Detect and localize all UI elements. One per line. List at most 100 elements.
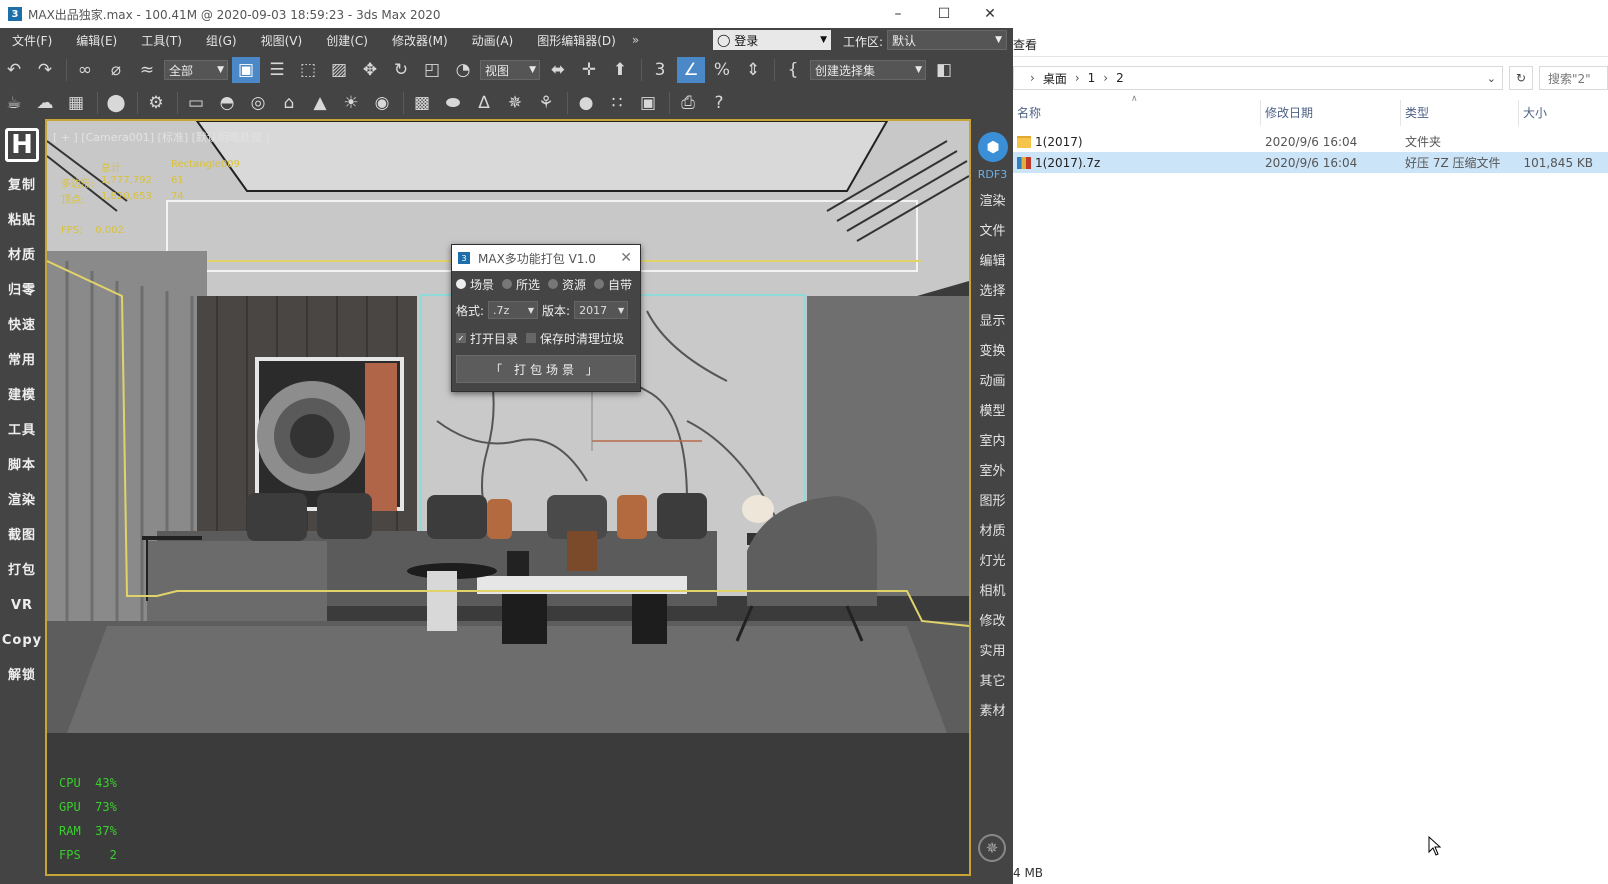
rrail-model[interactable]: 模型 bbox=[972, 397, 1013, 427]
rrail-shape[interactable]: 图形 bbox=[972, 487, 1013, 517]
rail-common[interactable]: 常用 bbox=[0, 343, 44, 378]
unlink-icon[interactable]: ⌀ bbox=[102, 57, 130, 83]
mirror-icon[interactable]: ◧ bbox=[930, 57, 958, 83]
rail-material[interactable]: 材质 bbox=[0, 238, 44, 273]
menu-tools[interactable]: 工具(T) bbox=[129, 32, 194, 49]
settings-gear-icon[interactable]: ✵ bbox=[978, 834, 1006, 862]
rail-tools[interactable]: 工具 bbox=[0, 413, 44, 448]
plant-icon[interactable]: ⚘ bbox=[532, 90, 560, 116]
login-dropdown[interactable]: ◯ 登录 ▼ bbox=[713, 30, 831, 50]
rail-reset[interactable]: 归零 bbox=[0, 273, 44, 308]
placement-icon[interactable]: ◔ bbox=[449, 57, 477, 83]
camera-viewport[interactable]: [ + ] [Camera001] [标准] [默认明暗处理 ] 总计 Rect… bbox=[45, 119, 971, 876]
molecule-icon[interactable]: ⬬ bbox=[439, 90, 467, 116]
rail-copy[interactable]: 复制 bbox=[0, 168, 44, 203]
rrail-render[interactable]: 渲染 bbox=[972, 187, 1013, 217]
keyboard-shortcut-icon[interactable]: ⬆ bbox=[606, 57, 634, 83]
material-browser-icon[interactable]: ∷ bbox=[603, 90, 631, 116]
rail-quick[interactable]: 快速 bbox=[0, 308, 44, 343]
menu-edit[interactable]: 编辑(E) bbox=[64, 32, 129, 49]
rail-unlock[interactable]: 解锁 bbox=[0, 658, 44, 693]
menu-file[interactable]: 文件(F) bbox=[0, 32, 64, 49]
window-crossing-icon[interactable]: ▨ bbox=[325, 57, 353, 83]
rotate-icon[interactable]: ↻ bbox=[387, 57, 415, 83]
menu-create[interactable]: 创建(C) bbox=[314, 32, 380, 49]
scale-icon[interactable]: ◰ bbox=[418, 57, 446, 83]
rrail-modify[interactable]: 修改 bbox=[972, 607, 1013, 637]
rrail-file[interactable]: 文件 bbox=[972, 217, 1013, 247]
undo-icon[interactable]: ↶ bbox=[0, 57, 28, 83]
radio-assets[interactable]: 资源 bbox=[548, 276, 586, 293]
rrail-interior[interactable]: 室内 bbox=[972, 427, 1013, 457]
chevron-down-icon[interactable]: ⌄ bbox=[1487, 72, 1496, 85]
minimize-button[interactable]: – bbox=[875, 0, 921, 28]
address-bar[interactable]: › 桌面 › 1 › 2 ⌄ bbox=[1013, 66, 1503, 90]
menu-group[interactable]: 组(G) bbox=[194, 32, 249, 49]
close-icon[interactable]: ✕ bbox=[620, 250, 632, 266]
teapot-icon[interactable]: ☕ bbox=[0, 90, 28, 116]
plane-icon[interactable]: ▭ bbox=[182, 90, 210, 116]
rrail-material[interactable]: 材质 bbox=[972, 517, 1013, 547]
search-input[interactable]: 搜索"2" bbox=[1539, 66, 1608, 90]
breadcrumb-1[interactable]: 1 bbox=[1088, 71, 1096, 85]
angle-snap-icon[interactable]: ∠ bbox=[677, 57, 705, 83]
sun-icon[interactable]: ☀ bbox=[337, 90, 365, 116]
col-size[interactable]: 大小 bbox=[1519, 100, 1608, 126]
rrail-camera[interactable]: 相机 bbox=[972, 577, 1013, 607]
col-name[interactable]: 名称 bbox=[1013, 100, 1261, 126]
rrail-display[interactable]: 显示 bbox=[972, 307, 1013, 337]
menu-modifiers[interactable]: 修改器(M) bbox=[380, 32, 460, 49]
rrail-select[interactable]: 选择 bbox=[972, 277, 1013, 307]
rrail-assets[interactable]: 素材 bbox=[972, 697, 1013, 727]
rrail-edit[interactable]: 编辑 bbox=[972, 247, 1013, 277]
pivot-center-icon[interactable]: ⬌ bbox=[544, 57, 572, 83]
light-lister-icon[interactable]: ⬤ bbox=[102, 90, 130, 116]
clipboard-icon[interactable]: ⎙ bbox=[674, 90, 702, 116]
bind-space-warp-icon[interactable]: ≈ bbox=[133, 57, 161, 83]
menu-graph-editors[interactable]: 图形编辑器(D) bbox=[525, 32, 628, 49]
rail-screenshot[interactable]: 截图 bbox=[0, 518, 44, 553]
rrail-exterior[interactable]: 室外 bbox=[972, 457, 1013, 487]
rrail-animation[interactable]: 动画 bbox=[972, 367, 1013, 397]
radio-builtin[interactable]: 自带 bbox=[594, 276, 632, 293]
select-object-icon[interactable]: ▣ bbox=[232, 57, 260, 83]
hat-icon[interactable]: ⌂ bbox=[275, 90, 303, 116]
move-icon[interactable]: ✥ bbox=[356, 57, 384, 83]
cone-icon[interactable]: ▲ bbox=[306, 90, 334, 116]
rail-render[interactable]: 渲染 bbox=[0, 483, 44, 518]
tripod-icon[interactable]: ∆ bbox=[470, 90, 498, 116]
tools-icon[interactable]: ⚙ bbox=[142, 90, 170, 116]
rail-pack[interactable]: 打包 bbox=[0, 553, 44, 588]
version-select[interactable]: 2017 ▼ bbox=[574, 301, 629, 319]
ribbon-tab-view[interactable]: 查看 bbox=[1013, 36, 1037, 53]
rail-paste[interactable]: 粘贴 bbox=[0, 203, 44, 238]
cloud-icon[interactable]: ☁ bbox=[31, 90, 59, 116]
viewport-label[interactable]: [ + ] [Camera001] [标准] [默认明暗处理 ] bbox=[53, 129, 270, 145]
rrail-light[interactable]: 灯光 bbox=[972, 547, 1013, 577]
snap-3d-icon[interactable]: 3 bbox=[646, 57, 674, 83]
rail-script[interactable]: 脚本 bbox=[0, 448, 44, 483]
format-select[interactable]: .7z ▼ bbox=[488, 301, 539, 319]
menu-view[interactable]: 视图(V) bbox=[249, 32, 315, 49]
percent-snap-icon[interactable]: % bbox=[708, 57, 736, 83]
edit-named-sets-icon[interactable]: { bbox=[779, 57, 807, 83]
file-row[interactable]: 1(2017).7z 2020/9/6 16:04 好压 7Z 压缩文件 101… bbox=[1013, 152, 1608, 173]
grid-icon[interactable]: ▩ bbox=[408, 90, 436, 116]
dome-icon[interactable]: ◓ bbox=[213, 90, 241, 116]
rect-selection-icon[interactable]: ⬚ bbox=[294, 57, 322, 83]
menu-more-button[interactable]: » bbox=[632, 33, 639, 47]
render-setup-icon[interactable]: ▣ bbox=[634, 90, 662, 116]
menu-animation[interactable]: 动画(A) bbox=[460, 32, 526, 49]
close-button[interactable]: ✕ bbox=[967, 0, 1013, 28]
select-manipulate-icon[interactable]: ✛ bbox=[575, 57, 603, 83]
workspace-select[interactable]: 默认 ▼ bbox=[887, 30, 1007, 50]
reference-coord-select[interactable]: 视图 ▼ bbox=[480, 60, 540, 80]
help-icon[interactable]: ? bbox=[705, 90, 733, 116]
gear-icon[interactable]: ✵ bbox=[501, 90, 529, 116]
select-by-name-icon[interactable]: ☰ bbox=[263, 57, 291, 83]
col-date[interactable]: 修改日期 bbox=[1261, 100, 1401, 126]
open-dir-checkbox[interactable]: ✓ 打开目录 bbox=[456, 330, 518, 347]
material-sphere-icon[interactable]: ● bbox=[572, 90, 600, 116]
radio-scene[interactable]: 场景 bbox=[456, 276, 494, 293]
render-frame-icon[interactable]: ▦ bbox=[62, 90, 90, 116]
